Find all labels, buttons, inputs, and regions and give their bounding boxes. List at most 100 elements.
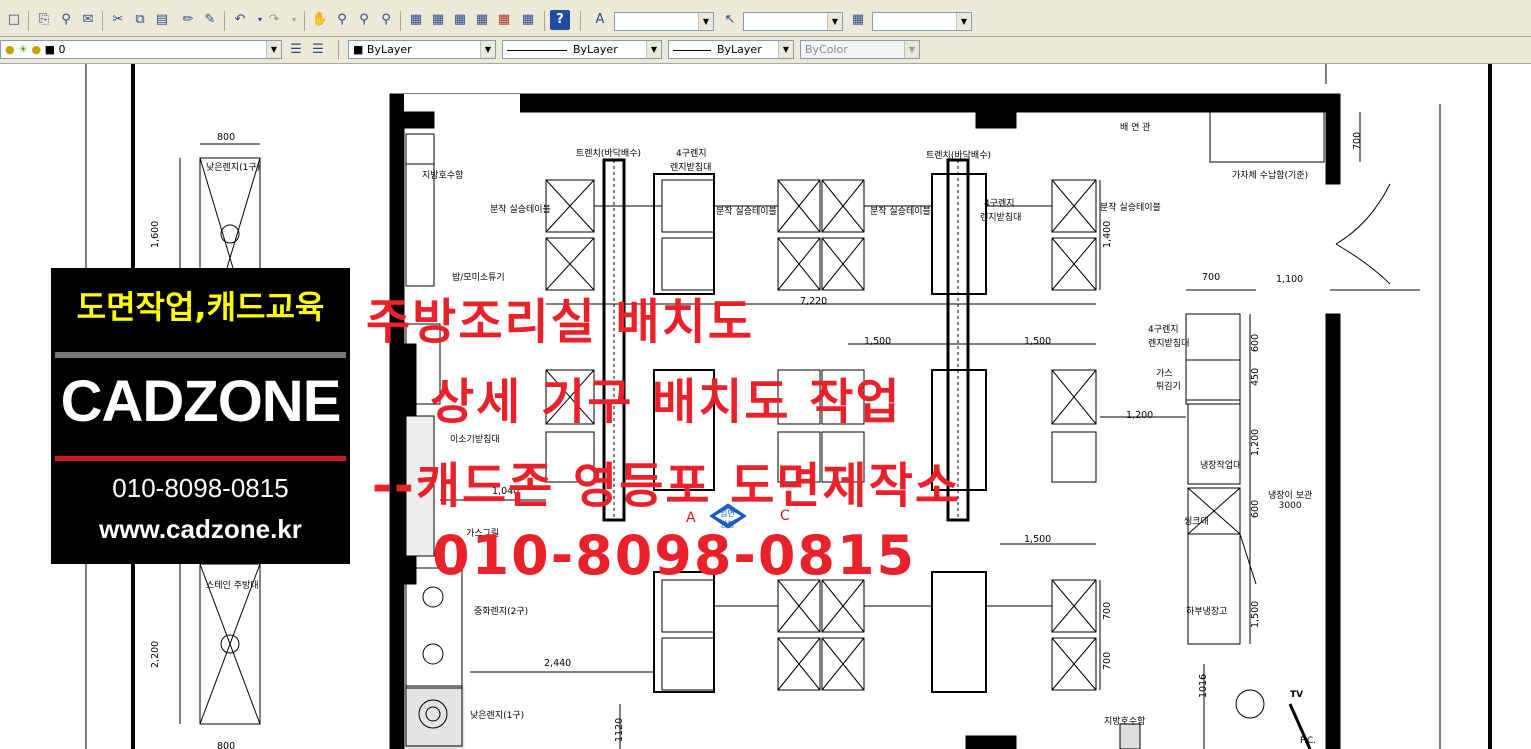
color-control-select[interactable]: ■ ByLayer ▼	[348, 40, 496, 59]
dim-700-b1: 700	[1102, 601, 1113, 620]
label-tv: TV	[1290, 690, 1304, 700]
pan-icon[interactable]: ✋	[310, 10, 330, 30]
table-style-icon[interactable]: ▦	[848, 10, 868, 30]
color-swatch-icon: ■	[353, 43, 364, 56]
label-stove4-wall: 4구렌지	[1148, 325, 1179, 335]
dim-1600: 1,600	[150, 220, 161, 248]
label-soup-table: 이소기받침대	[450, 435, 500, 445]
overlay-company: --캐드존 영등포 도면제작소	[372, 458, 962, 514]
dim-2200: 2,200	[150, 640, 161, 668]
dim-1500-b: 1,500	[1024, 336, 1052, 347]
lineweight-control-select[interactable]: ByLayer ▼	[668, 40, 794, 59]
label-worktable-2: 분작 실승테이블	[716, 207, 777, 217]
layer-color-swatch-icon: ■	[44, 43, 55, 56]
standard-toolbar: □ ⎘ ⚲ ✉ ✂ ⧉ ▤ ✏ ✎ ↶ ▾ ↷ ▾ ✋ ⚲ ⚲ ⚲ ▦ ▦ ▦ …	[0, 6, 1531, 37]
table-style-select[interactable]: ▼	[872, 12, 972, 31]
undo-icon[interactable]: ↶	[230, 10, 250, 30]
promo-url: www.cadzone.kr	[99, 514, 302, 544]
markup-icon[interactable]: ▦	[494, 10, 514, 30]
layer-on-icon: ●	[5, 43, 15, 56]
calculator-icon[interactable]: ▦	[518, 10, 538, 30]
label-trench-2: 트렌치(바닥배수)	[926, 151, 991, 161]
label-worktable-4: 분작 실승테이블	[1100, 203, 1161, 213]
label-range-2: 중화렌지(2구)	[474, 607, 529, 617]
overlay-subtitle: 상세 기구 배치도 작업	[430, 374, 902, 430]
zoom-realtime-icon[interactable]: ⚲	[332, 10, 352, 30]
label-gas-fryer: 가스 튀김기	[1156, 369, 1181, 392]
label-worktable-1: 분작 실승테이블	[490, 205, 551, 215]
label-shelf: 냉장작업대	[1200, 461, 1242, 471]
dim-1200-v: 1,200	[1250, 428, 1261, 456]
print-preview-icon[interactable]: ⚲	[56, 10, 76, 30]
toolbar-separator	[580, 11, 581, 31]
make-object-layer-current-icon[interactable]: ☰	[286, 40, 306, 60]
dim-1500-c: 1,500	[1024, 534, 1052, 545]
dim-1500-a: 1,500	[864, 336, 892, 347]
save-icon[interactable]: □	[4, 10, 24, 30]
dim-style-select[interactable]: ▼	[743, 12, 843, 31]
overlay-phone: 010-8098-0815	[432, 524, 917, 587]
dim-7220: 7,220	[800, 296, 828, 307]
dim-800-bottom: 800	[217, 741, 236, 749]
label-ventilation: 배 연 관	[1120, 123, 1151, 133]
dim-style-icon[interactable]: ↖	[720, 10, 740, 30]
label-trench-1: 트렌치(바닥배수)	[576, 149, 641, 159]
overlay-title: 주방조리실 배치도	[366, 294, 754, 350]
current-layer-name: 0	[58, 43, 66, 56]
plot-style-control-select[interactable]: ByColor ▼	[800, 40, 920, 59]
help-icon[interactable]: ?	[550, 10, 570, 30]
dim-1016: 1016	[1198, 673, 1209, 698]
dim-1120: 1120	[614, 717, 625, 742]
label-refrigerator: 냉장이 보관 3000	[1268, 491, 1313, 511]
toolbar-separator	[338, 40, 339, 60]
dim-600-a: 600	[1250, 333, 1261, 352]
zoom-window-icon[interactable]: ⚲	[354, 10, 374, 30]
cut-icon[interactable]: ✂	[108, 10, 128, 30]
layer-lock-icon: ●	[31, 43, 42, 56]
redo-icon[interactable]: ↷	[264, 10, 284, 30]
zoom-previous-icon[interactable]: ⚲	[376, 10, 396, 30]
design-center-icon[interactable]: ▦	[428, 10, 448, 30]
label-stove4-right: 4구렌지	[984, 199, 1015, 209]
toolbar-separator	[544, 11, 545, 31]
text-style-icon[interactable]: A	[590, 10, 610, 30]
dim-1100: 1,100	[1276, 274, 1304, 285]
label-pc: P.C.	[1300, 736, 1317, 746]
label-sink: 씽크대	[1184, 517, 1209, 527]
linetype-control-select[interactable]: ByLayer ▼	[502, 40, 662, 59]
toolbar-separator	[28, 11, 29, 31]
promo-divider-red	[55, 456, 346, 461]
dim-450: 450	[1250, 367, 1261, 386]
publish-icon[interactable]: ✉	[78, 10, 98, 30]
label-fire-hydrant-top: 지방호수함	[422, 171, 464, 181]
text-style-select[interactable]: ▼	[614, 12, 714, 31]
promo-banner: 도면작업,캐드교육 CADZONE 010-8098-0815 www.cadz…	[51, 268, 350, 564]
paste-icon[interactable]: ▤	[152, 10, 172, 30]
toolbar-separator	[400, 11, 401, 31]
layer-select[interactable]: ● ☀ ● ■ 0 ▼	[0, 40, 282, 59]
dim-600-b: 600	[1250, 499, 1261, 518]
promo-phone: 010-8098-0815	[112, 473, 289, 503]
print-icon[interactable]: ⎘	[34, 10, 54, 30]
label-stove4-top: 4구렌지	[676, 149, 707, 159]
promo-title: 도면작업,캐드교육	[76, 288, 325, 326]
layers-toolbar: ● ☀ ● ■ 0 ▼ ☰ ☰ ■ ByLayer ▼ ByLayer ▼ ByLa…	[0, 37, 1531, 64]
match-properties-icon[interactable]: ✏	[178, 10, 198, 30]
label-stove-stand-right: 렌지받침대	[980, 213, 1022, 223]
redo-dropdown-icon[interactable]: ▾	[284, 10, 304, 30]
dim-700-top: 700	[1202, 272, 1221, 283]
sheet-set-icon[interactable]: ▦	[472, 10, 492, 30]
dim-800-top: 800	[217, 132, 236, 143]
toolbar-separator	[224, 11, 225, 31]
label-worktable-3: 분작 실승테이블	[870, 207, 931, 217]
tool-palettes-icon[interactable]: ▦	[450, 10, 470, 30]
block-editor-icon[interactable]: ✎	[200, 10, 220, 30]
label-fire-hydrant-bottom: 지방호수함	[1104, 717, 1146, 727]
lineweight-preview	[673, 49, 711, 51]
layer-previous-icon[interactable]: ☰	[308, 40, 328, 60]
copy-icon[interactable]: ⧉	[130, 10, 150, 30]
properties-icon[interactable]: ▦	[406, 10, 426, 30]
toolbar-separator	[102, 11, 103, 31]
promo-brand: CADZONE	[60, 369, 342, 434]
dim-700-b2: 700	[1102, 651, 1113, 670]
